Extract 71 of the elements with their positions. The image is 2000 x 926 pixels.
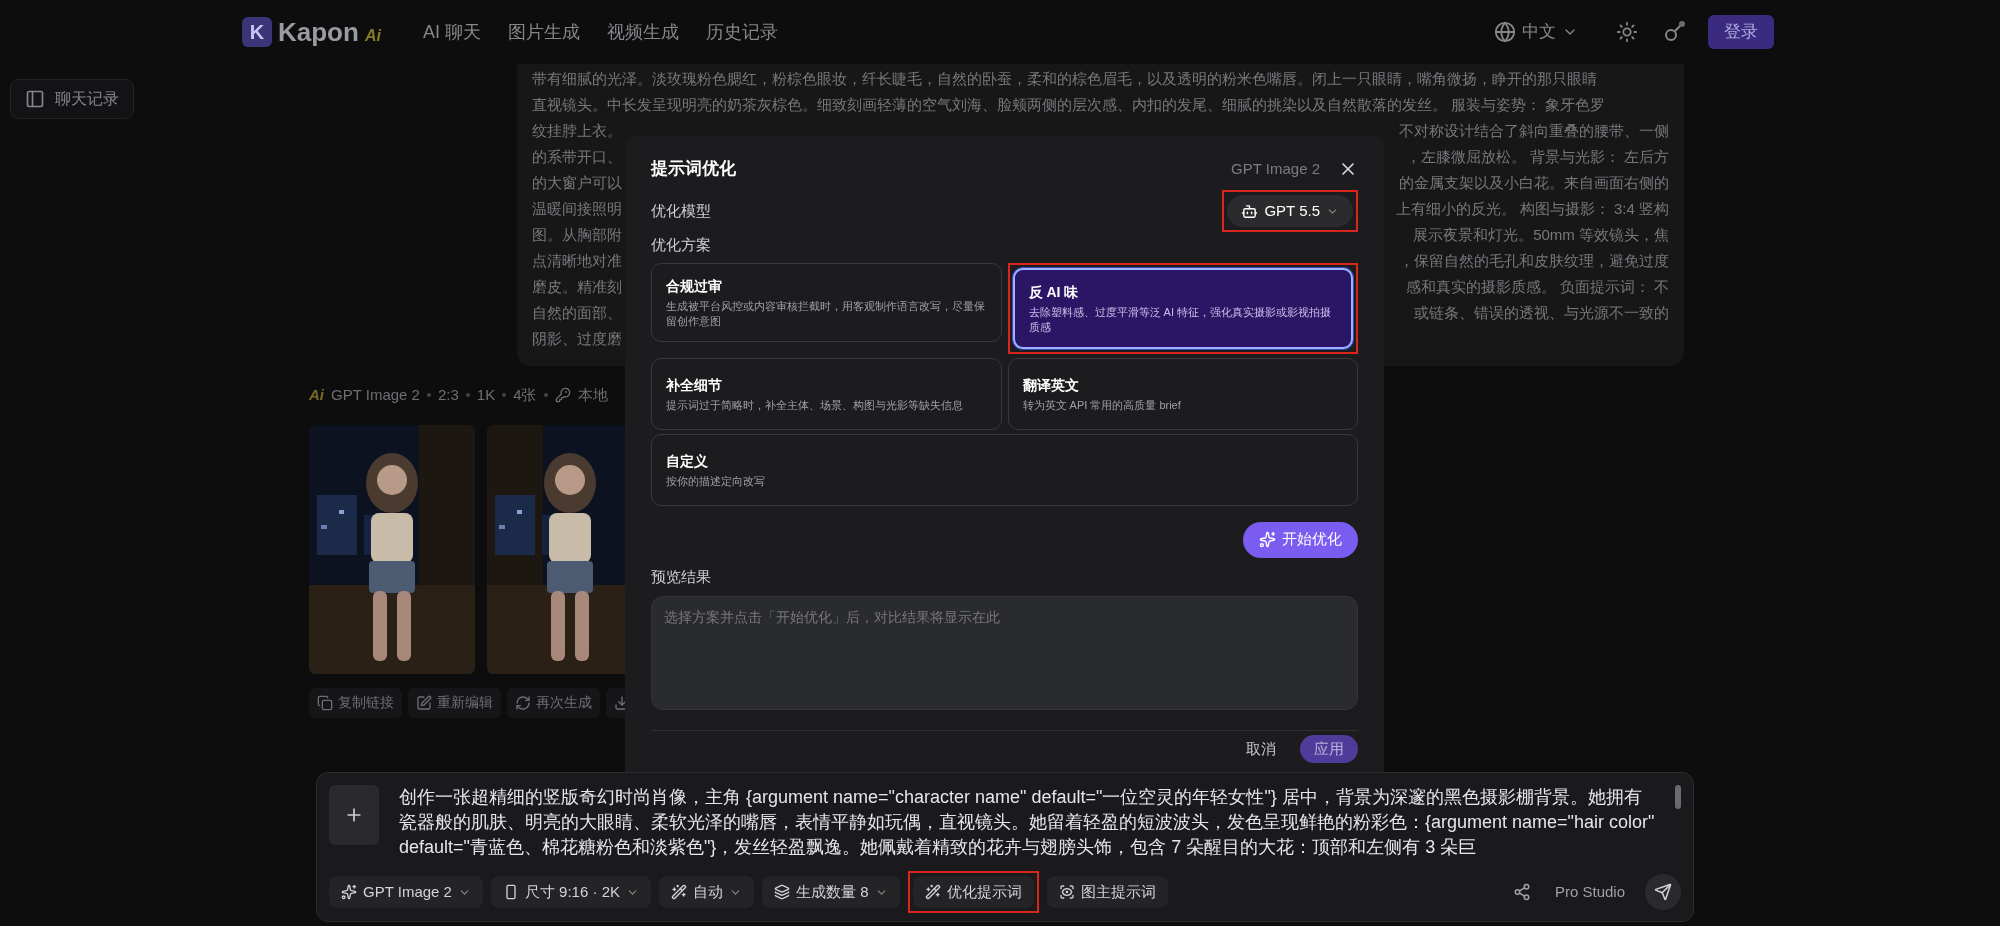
meta-text: 4张	[513, 385, 537, 405]
prompt-text: 带有细腻的光泽。淡玫瑰粉色腮红，粉棕色眼妆，纤长睫毛，自然的卧蚕，柔和的棕色眉毛，以及透明的粉米色嘴唇。闭上一只眼睛，嘴角微扬，睁开的那只眼睛	[532, 69, 1598, 89]
option-description: 生成被平台风控或内容审核拦截时，用客观制作语言改写，尽量保留创作意图	[666, 298, 986, 329]
prompt-text: 图。从胸部附	[532, 225, 622, 245]
plan-option[interactable]: 补全细节 提示词过于简略时，补全主体、场景、构图与光影等缺失信息	[651, 357, 1002, 430]
action-button[interactable]: 再次生成	[507, 687, 600, 718]
prompt-text: 直视镜头。中长发呈现明亮的奶茶灰棕色。细致刻画轻薄的空气刘海、脸颊两侧的层次感、内扣的发尾、细腻的挑染以及自然散落的发丝。 服装与姿势： 象牙色罗	[532, 95, 1607, 115]
action-button[interactable]: 重新编辑	[408, 687, 501, 718]
prompt-text: 自然的面部、	[532, 303, 622, 323]
preview-placeholder: 选择方案并点击「开始优化」后，对比结果将显示在此	[664, 609, 1000, 625]
pro-studio-button[interactable]: Pro Studio	[1554, 880, 1625, 904]
login-button[interactable]: 登录	[1708, 15, 1774, 49]
source-text: 本地	[577, 385, 608, 405]
prompt-text: 点清晰地对准	[532, 251, 622, 271]
logo-mark: K	[242, 17, 272, 47]
model-label: 优化模型	[651, 200, 711, 221]
dialog-title: 提示词优化	[651, 158, 736, 181]
logo-ai-label: Ai	[364, 26, 381, 46]
prompt-text: ，左膝微屈放松。 背景与光影： 左后方	[1405, 147, 1669, 167]
apply-button[interactable]: 应用	[1300, 735, 1358, 763]
language-selector[interactable]: 中文	[1494, 19, 1578, 45]
prompt-text: 的系带开口、	[532, 147, 622, 167]
plan-label: 优化方案	[651, 235, 712, 255]
meta-text: 2:3	[437, 385, 459, 405]
prompt-text: 阴影、过度磨	[532, 329, 622, 349]
prompt-text: 温暖间接照明	[532, 199, 622, 219]
tool-chip[interactable]: 优化提示词	[912, 876, 1034, 908]
option-description: 转为英文 API 常用的高质量 brief	[1022, 397, 1182, 413]
chat-history-button[interactable]: 聊天记录	[10, 79, 134, 119]
dialog-model: GPT Image 2	[1231, 158, 1320, 179]
plan-option[interactable]: 反 AI 味 去除塑料感、过度平滑等泛 AI 特征，强化真实摄影或影视拍摄质感	[1012, 267, 1353, 349]
nav-link[interactable]: 历史记录	[705, 18, 778, 46]
prompt-text: 感和真实的摄影质感。 负面提示词： 不	[1405, 277, 1669, 297]
prompt-text: 纹挂脖上衣。	[532, 121, 622, 141]
prompt-text: ，保留自然的毛孔和皮肤纹理，避免过度	[1399, 251, 1669, 271]
start-optimize-button[interactable]: 开始优化	[1243, 521, 1358, 558]
plan-option[interactable]: 翻译英文 转为英文 API 常用的高质量 brief	[1007, 357, 1358, 430]
ai-label: Ai	[309, 385, 324, 405]
prompt-text: 展示夜景和灯光。50mm 等效镜头，焦	[1413, 225, 1669, 245]
logo-text: Kapon	[278, 15, 359, 49]
prompt-text: 上有细小的反光。 构图与摄影： 3:4 竖构	[1395, 199, 1669, 219]
action-button[interactable]: 复制链接	[309, 687, 402, 718]
option-title: 翻译英文	[1022, 375, 1080, 395]
option-description: 提示词过于简略时，补全主体、场景、构图与光影等缺失信息	[666, 397, 964, 413]
model-name: GPT Image 2	[331, 385, 420, 405]
tool-chip[interactable]: 生成数量 8	[762, 876, 900, 908]
nav-link[interactable]: 图片生成	[507, 18, 580, 46]
tool-chip[interactable]: GPT Image 2	[329, 876, 483, 908]
preview-label: 预览结果	[651, 566, 712, 587]
option-title: 补全细节	[666, 375, 723, 395]
prompt-input[interactable]: 创作一张超精细的竖版奇幻时尚肖像，主角 {argument name="character name" default="一位空灵的年轻女性"} 居中，背景为深邃的黑色摄影棚背景。她拥有瓷器般的肌肤、明亮的大眼睛、柔软光泽的嘴唇，表情平静如玩偶，直视镜头。她留着轻盈的短波波头，发色呈现鲜艳的粉彩色：{argument name="hair color" default="青蓝色、棉花糖粉色和淡紫色"}，发丝轻盈飘逸。她佩戴着精致的花卉与翅膀头饰，包含 7 朵醒目的大花：顶部和左侧有 3 朵巨	[399, 785, 1655, 863]
prompt-text: 不对称设计结合了斜向重叠的腰带、一侧	[1399, 121, 1669, 141]
option-title: 合规过审	[666, 276, 723, 296]
cancel-button[interactable]: 取消	[1246, 737, 1276, 761]
model-dropdown[interactable]: GPT 5.5	[1227, 195, 1353, 227]
option-title: 自定义	[666, 451, 709, 471]
tool-chip[interactable]: 图主提示词	[1046, 876, 1168, 908]
plan-option[interactable]: 合规过审 生成被平台风控或内容审核拦截时，用客观制作语言改写，尽量保留创作意图	[651, 262, 1002, 342]
prompt-text: 或链条、错误的透视、与光源不一致的	[1414, 303, 1669, 323]
nav-link[interactable]: AI 聊天	[422, 18, 481, 46]
tool-chip[interactable]: 自动	[659, 876, 754, 908]
prompt-text: 磨皮。精准刻	[532, 277, 622, 297]
prompt-text: 的金属支架以及小白花。来自画面右侧的	[1399, 173, 1669, 193]
option-description: 去除塑料感、过度平滑等泛 AI 特征，强化真实摄影或影视拍摄质感	[1028, 304, 1332, 335]
option-description: 按你的描述定向改写	[666, 473, 766, 489]
plan-option[interactable]: 自定义 按你的描述定向改写	[651, 433, 1358, 506]
meta-text: 1K	[476, 385, 496, 405]
option-title: 反 AI 味	[1028, 282, 1080, 302]
tool-chip[interactable]: 尺寸 9:16 · 2K	[490, 876, 651, 908]
nav-link[interactable]: 视频生成	[606, 18, 679, 46]
prompt-text: 的大窗户可以	[532, 173, 622, 193]
